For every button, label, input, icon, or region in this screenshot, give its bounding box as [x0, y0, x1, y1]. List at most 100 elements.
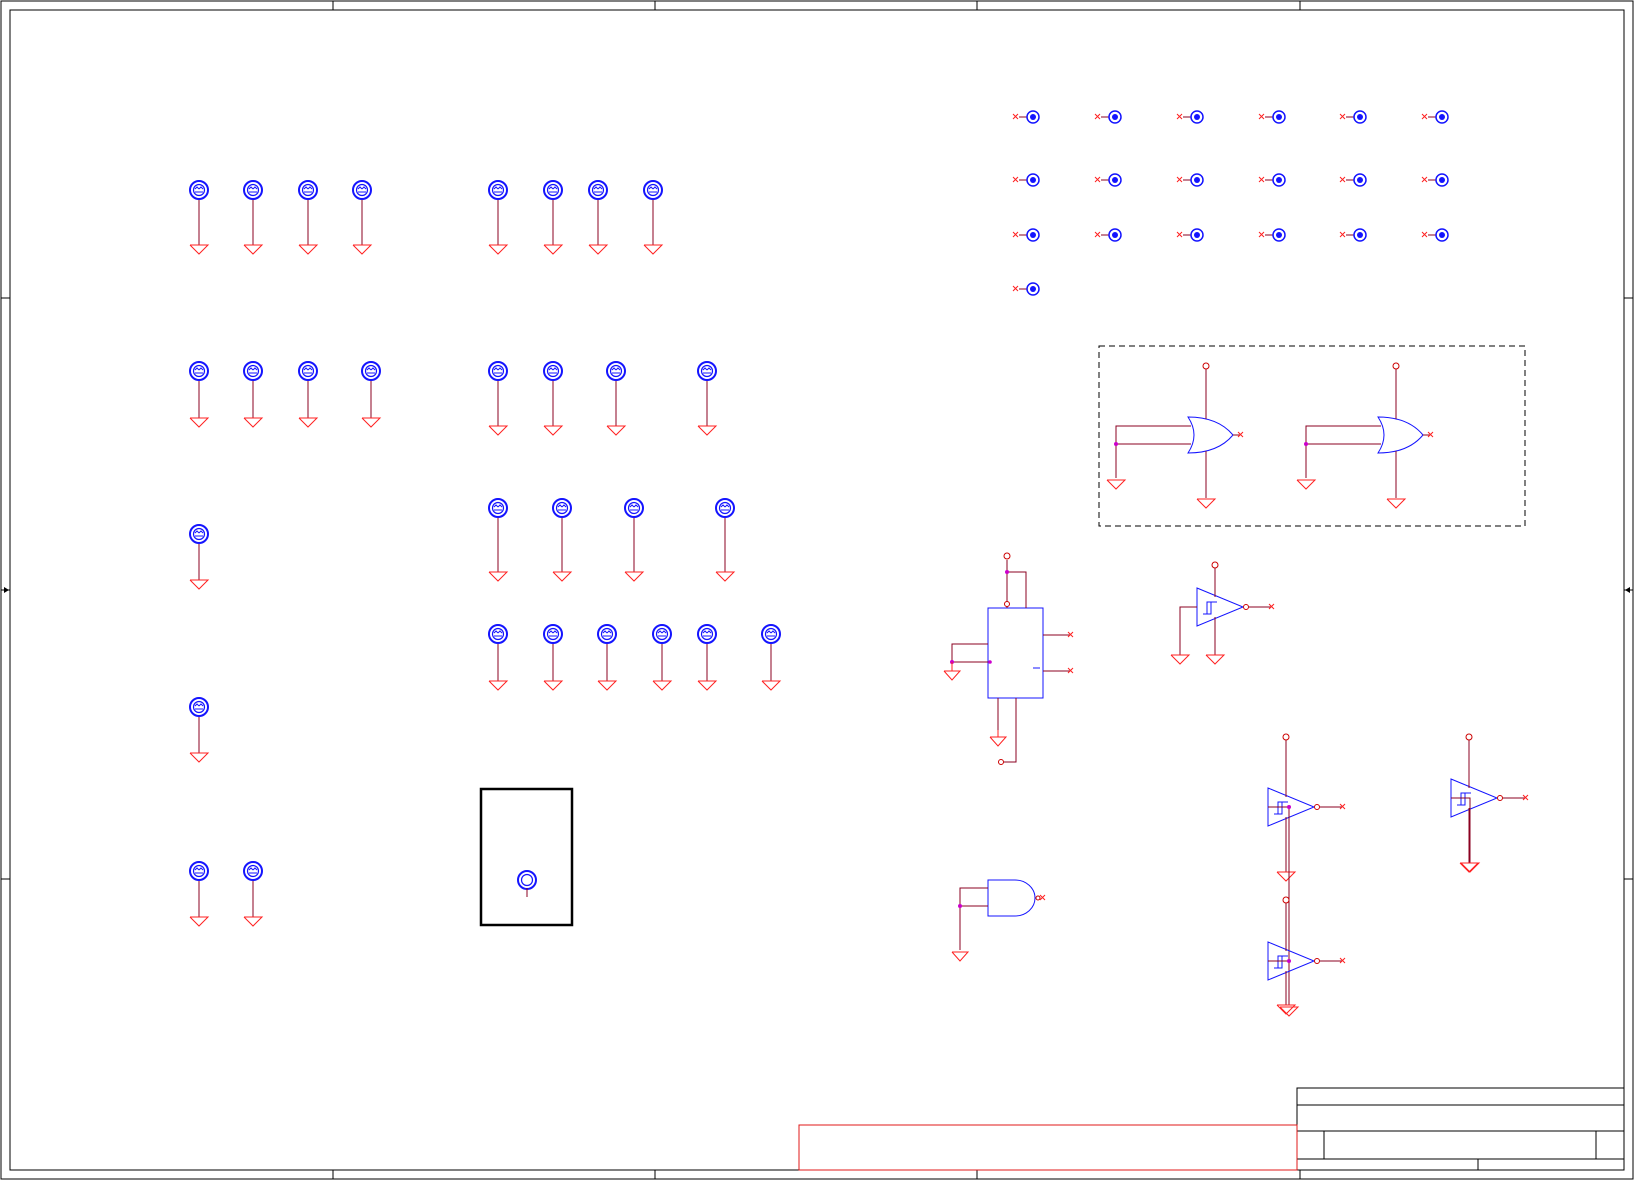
- target-icon: [189, 697, 209, 717]
- and-gate-icon: [987, 879, 1036, 917]
- mounting-hole: [597, 624, 618, 691]
- ground-icon: [189, 916, 210, 927]
- or-gate: [1106, 362, 1244, 509]
- mounting-hole: [243, 180, 264, 255]
- mounting-hole: [243, 361, 264, 428]
- mounting-hole: [606, 361, 627, 436]
- mounting-hole: [189, 180, 210, 255]
- test-point-icon: [1094, 110, 1122, 124]
- mounting-hole: [552, 498, 573, 582]
- target-icon: [606, 361, 626, 381]
- mounting-hole: [761, 624, 782, 691]
- target-icon: [488, 624, 508, 644]
- target-icon: [361, 361, 381, 381]
- target-icon: [543, 180, 563, 200]
- title-block: [1296, 1087, 1625, 1171]
- target-icon: [352, 180, 372, 200]
- mounting-hole: [361, 361, 382, 428]
- test-point-icon: [1176, 173, 1204, 187]
- target-icon: [517, 870, 537, 890]
- flip-flop-icon: [987, 607, 1044, 699]
- target-icon: [189, 361, 209, 381]
- test-point-icon: [1258, 173, 1286, 187]
- schmitt-buffer-group: [1170, 561, 1529, 1017]
- ground-icon: [488, 680, 509, 691]
- target-icon: [543, 361, 563, 381]
- ground-icon: [298, 417, 319, 428]
- mounting-holes: [189, 180, 782, 927]
- mounting-hole: [697, 624, 718, 691]
- ground-icon: [488, 244, 509, 255]
- test-point-icon: [1094, 173, 1122, 187]
- test-point-icon: [1176, 228, 1204, 242]
- schematic-sheet: [0, 0, 1634, 1180]
- schmitt-trigger-icon: [1196, 587, 1245, 627]
- ground-icon: [488, 425, 509, 436]
- ground-icon: [361, 417, 382, 428]
- target-icon: [588, 180, 608, 200]
- target-icon: [624, 498, 644, 518]
- test-point-icon: [1339, 228, 1367, 242]
- mounting-hole: [488, 498, 509, 582]
- ground-icon: [543, 425, 564, 436]
- ground-icon: [588, 244, 609, 255]
- schmitt-buffer: [1450, 733, 1529, 873]
- ground-icon: [189, 752, 210, 763]
- dashed-group-box: [1098, 345, 1526, 527]
- target-icon: [643, 180, 663, 200]
- mounting-hole: [624, 498, 645, 582]
- flip-flop-component: [943, 552, 1074, 765]
- ground-icon: [189, 579, 210, 590]
- ground-icon: [488, 571, 509, 582]
- target-icon: [697, 624, 717, 644]
- mounting-hole: [352, 180, 373, 255]
- test-point-icon: [1012, 110, 1040, 124]
- ground-icon: [1170, 654, 1481, 1017]
- mounting-hole: [543, 361, 564, 436]
- ground-icon: [652, 680, 673, 691]
- target-icon: [488, 361, 508, 381]
- mounting-hole: [488, 361, 509, 436]
- target-icon: [298, 180, 318, 200]
- boxed-mounting-hole: [479, 787, 574, 927]
- schmitt-buffer: [1179, 561, 1275, 665]
- ground-icon: [189, 417, 210, 428]
- mounting-hole: [543, 624, 564, 691]
- mounting-hole: [189, 697, 210, 763]
- target-icon: [189, 180, 209, 200]
- test-point-icon: [1339, 173, 1367, 187]
- and-gate-component: [951, 879, 1046, 962]
- schmitt-buffer: [1267, 896, 1346, 1015]
- ground-icon: [243, 244, 264, 255]
- target-icon: [488, 498, 508, 518]
- ground-icon: [697, 425, 718, 436]
- target-icon: [488, 180, 508, 200]
- or-gate: [1296, 362, 1434, 509]
- target-icon: [761, 624, 781, 644]
- mounting-hole: [652, 624, 673, 691]
- target-icon: [189, 524, 209, 544]
- test-point-icon: [1012, 228, 1040, 242]
- target-icon: [189, 861, 209, 881]
- test-point-icon: [1258, 110, 1286, 124]
- mounting-hole: [697, 361, 718, 436]
- ground-icon: [761, 680, 782, 691]
- ground-icon: [543, 680, 564, 691]
- test-point-icon: [1258, 228, 1286, 242]
- mounting-hole: [189, 361, 210, 428]
- test-point-icon: [1421, 110, 1449, 124]
- target-icon: [597, 624, 617, 644]
- zone-arrows: [4, 587, 1630, 593]
- mounting-hole: [543, 180, 564, 255]
- target-icon: [652, 624, 672, 644]
- mounting-hole: [189, 861, 210, 927]
- test-point-icon: [1012, 173, 1040, 187]
- or-gate-icon: [1377, 416, 1424, 454]
- test-point-icon: [1094, 228, 1122, 242]
- target-icon: [243, 861, 263, 881]
- ground-icon: [597, 680, 618, 691]
- ground-icon: [643, 244, 664, 255]
- mounting-hole: [298, 180, 319, 255]
- ground-icon: [715, 571, 736, 582]
- or-gate-group: [1106, 362, 1434, 509]
